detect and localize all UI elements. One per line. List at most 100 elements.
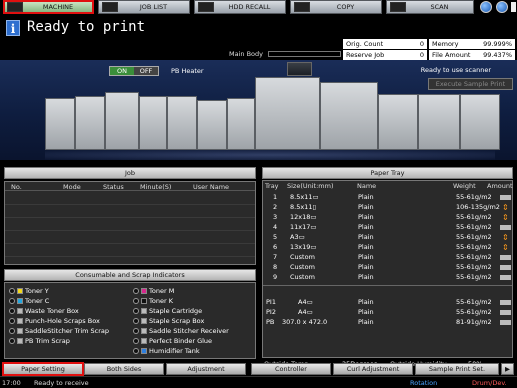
tray-col-weight: Weight bbox=[453, 182, 476, 190]
tray-row[interactable]: 7 Custom Plain 55-61g/m2 bbox=[264, 253, 511, 262]
tray-row-inserter[interactable]: PI2 A4▭ Plain 55-61g/m2 bbox=[264, 308, 511, 317]
paper-feed-unit[interactable] bbox=[460, 94, 500, 150]
file-amount: File Amount 99.437% bbox=[429, 50, 515, 60]
copy-icon bbox=[294, 2, 310, 12]
tray-row-pb[interactable]: PB 307.0 x 472.0 Plain 81-91g/m2 bbox=[264, 318, 511, 327]
indicator-saddle-trim: SaddleStitcher Trim Scrap bbox=[9, 327, 109, 335]
reserve-job: Reserve Job 0 bbox=[343, 50, 427, 60]
indicator-toner-c: Toner C bbox=[9, 297, 49, 305]
tray-low-icon: ⇕ bbox=[502, 233, 509, 242]
paper-tray-title: Paper Tray bbox=[262, 167, 513, 179]
job-table-header: No. Mode Status Minute(S) User Name bbox=[5, 182, 255, 191]
help-icon[interactable] bbox=[496, 1, 508, 13]
tray-row[interactable]: 2 8.5x11▯ Plain 106-135g/m2 ⇕ bbox=[264, 203, 511, 212]
main-body-unit[interactable] bbox=[255, 77, 320, 150]
both-sides-button[interactable]: Both Sides bbox=[84, 363, 164, 375]
indicator-saddle-receiver: Saddle Stitcher Receiver bbox=[133, 327, 229, 335]
pb-heater-off[interactable]: OFF bbox=[134, 67, 158, 75]
rotation-status: Rotation bbox=[410, 379, 438, 387]
sample-print-set-button[interactable]: Sample Print Set. bbox=[415, 363, 499, 375]
tray-level bbox=[500, 195, 511, 200]
drum-dev-status: Drum/Dev. bbox=[472, 379, 507, 387]
job-col-status: Status bbox=[103, 183, 124, 191]
machine-status: Ready to print bbox=[27, 19, 146, 35]
tray-col-size: Size(Unit:mm) bbox=[287, 182, 334, 190]
tray-row[interactable]: 5 A3▭ Plain 55-61g/m2 ⇕ bbox=[264, 233, 511, 242]
pb-heater-toggle[interactable]: ON OFF bbox=[109, 66, 159, 76]
paper-feed-unit[interactable] bbox=[378, 94, 418, 150]
tray-level bbox=[500, 225, 511, 230]
indicator-toner-y: Toner Y bbox=[9, 287, 49, 295]
tray-level bbox=[500, 275, 511, 280]
job-col-mode: Mode bbox=[63, 183, 81, 191]
curl-adjustment-button[interactable]: Curl Adjustment bbox=[333, 363, 413, 375]
tab-machine[interactable]: MACHINE bbox=[3, 0, 94, 14]
main-body-label: Main Body bbox=[229, 50, 263, 58]
adjustment-button[interactable]: Adjustment bbox=[166, 363, 246, 375]
indicator-toner-m: Toner M bbox=[133, 287, 174, 295]
tab-job-list[interactable]: JOB LIST bbox=[98, 0, 190, 14]
job-row[interactable] bbox=[5, 217, 255, 218]
inserter-unit[interactable] bbox=[227, 98, 255, 150]
tray-col-name: Name bbox=[357, 182, 377, 190]
consumables-panel: Toner Y Toner C Waste Toner Box Punch-Ho… bbox=[4, 282, 256, 359]
divider bbox=[263, 285, 512, 286]
job-panel-title: Job bbox=[4, 167, 256, 179]
tray-row[interactable]: 8 Custom Plain 55-61g/m2 bbox=[264, 263, 511, 272]
stacker-unit[interactable] bbox=[105, 92, 139, 150]
tray-row[interactable]: 3 12x18▭ Plain 55-61g/m2 ⇕ bbox=[264, 213, 511, 222]
tray-row[interactable]: 1 8.5x11▭ Plain 55-61g/m2 bbox=[264, 193, 511, 202]
finisher-unit[interactable] bbox=[75, 96, 105, 150]
tray-row[interactable]: 4 11x17▭ Plain 55-61g/m2 bbox=[264, 223, 511, 232]
volume-icon[interactable] bbox=[480, 1, 492, 13]
tray-row[interactable]: 9 Custom Plain 55-61g/m2 bbox=[264, 273, 511, 282]
memory: Memory 99.999% bbox=[429, 39, 515, 49]
tray-row-inserter[interactable]: PI1 A4▭ Plain 55-61g/m2 bbox=[264, 298, 511, 307]
status-bar: 17:00 Ready to receive Rotation Drum/Dev… bbox=[0, 376, 517, 388]
indicator-pb-trim: PB Trim Scrap bbox=[9, 337, 70, 345]
job-col-user: User Name bbox=[193, 183, 230, 191]
tray-col-tray: Tray bbox=[265, 182, 279, 190]
orig-count: Orig. Count 0 bbox=[343, 39, 427, 49]
pb-heater-label: PB Heater bbox=[171, 67, 204, 75]
machine-icon bbox=[7, 2, 23, 12]
job-row[interactable] bbox=[5, 256, 255, 257]
finisher-unit[interactable] bbox=[45, 98, 75, 150]
info-icon: i bbox=[6, 20, 20, 36]
execute-sample-print-button[interactable]: Execute Sample Print bbox=[428, 78, 513, 90]
paper-setting-button[interactable]: Paper Setting bbox=[2, 362, 84, 376]
job-row[interactable] bbox=[5, 243, 255, 244]
pb-heater-on[interactable]: ON bbox=[110, 67, 134, 75]
scan-icon bbox=[390, 2, 406, 12]
receive-status: Ready to receive bbox=[34, 379, 89, 387]
tray-level bbox=[500, 255, 511, 260]
scanner-unit[interactable] bbox=[287, 62, 312, 76]
job-row[interactable] bbox=[5, 204, 255, 205]
main-body-unit-2[interactable] bbox=[320, 82, 378, 150]
tab-scan[interactable]: SCAN bbox=[386, 0, 474, 14]
tray-level bbox=[500, 320, 511, 325]
tab-copy[interactable]: COPY bbox=[290, 0, 382, 14]
relay-unit[interactable] bbox=[197, 100, 227, 150]
next-arrow-icon[interactable]: ▶ bbox=[501, 363, 514, 375]
indicator-humidifier: Humidifier Tank bbox=[133, 347, 200, 355]
indicator-punch-scraps: Punch-Hole Scraps Box bbox=[9, 317, 100, 325]
hdd-icon bbox=[198, 2, 214, 12]
paper-tray-table[interactable]: Tray Size(Unit:mm) Name Weight Amount 18… bbox=[262, 180, 513, 358]
controller-button[interactable]: Controller bbox=[251, 363, 331, 375]
scanner-status: Ready to use scanner bbox=[420, 66, 491, 74]
perfect-binder-unit[interactable] bbox=[167, 96, 197, 150]
main-body-gauge bbox=[268, 51, 341, 57]
scroll-right-icon[interactable] bbox=[511, 2, 516, 12]
job-col-minute: Minute(S) bbox=[140, 183, 172, 191]
paper-tray-header: Tray Size(Unit:mm) Name Weight Amount bbox=[263, 182, 513, 191]
paper-feed-unit[interactable] bbox=[418, 94, 460, 150]
job-list-icon bbox=[102, 2, 118, 12]
job-row[interactable] bbox=[5, 230, 255, 231]
job-table[interactable]: No. Mode Status Minute(S) User Name bbox=[4, 181, 256, 265]
indicator-staple-cartridge: Staple Cartridge bbox=[133, 307, 202, 315]
tab-hdd-recall[interactable]: HDD RECALL bbox=[194, 0, 286, 14]
tray-row[interactable]: 6 13x19▭ Plain 55-61g/m2 ⇕ bbox=[264, 243, 511, 252]
indicator-staple-scrap: Staple Scrap Box bbox=[133, 317, 204, 325]
saddle-stitcher-unit[interactable] bbox=[139, 96, 167, 150]
